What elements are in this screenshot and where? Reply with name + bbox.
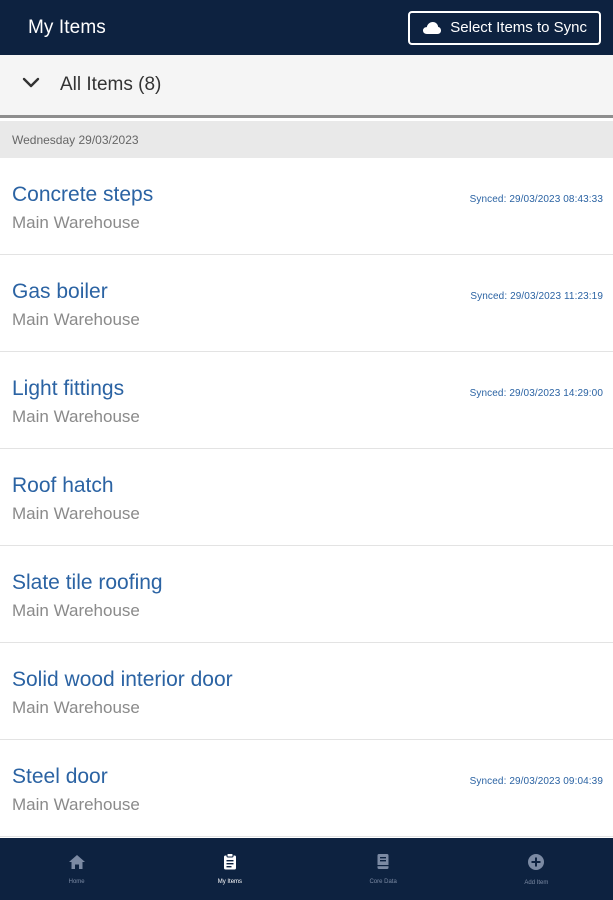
home-icon	[68, 854, 86, 875]
select-items-to-sync-button[interactable]: Select Items to Sync	[408, 10, 601, 45]
list-item[interactable]: Roof hatch Main Warehouse	[0, 449, 613, 546]
list-item[interactable]: Light fittings Main Warehouse Synced: 29…	[0, 352, 613, 449]
item-name: Light fittings	[12, 377, 125, 400]
clipboard-icon	[223, 853, 237, 875]
items-list: Concrete steps Main Warehouse Synced: 29…	[0, 158, 613, 837]
item-name: Gas boiler	[12, 280, 108, 303]
nav-core-data[interactable]: Core Data	[307, 838, 460, 900]
nav-home[interactable]: Home	[0, 838, 153, 900]
item-synced-timestamp: Synced: 29/03/2023 14:29:00	[469, 388, 603, 399]
item-name: Solid wood interior door	[12, 668, 233, 691]
item-location: Main Warehouse	[12, 213, 140, 232]
list-item[interactable]: Concrete steps Main Warehouse Synced: 29…	[0, 158, 613, 255]
list-item[interactable]: Solid wood interior door Main Warehouse	[0, 643, 613, 740]
item-name: Roof hatch	[12, 474, 114, 497]
item-location: Main Warehouse	[12, 698, 140, 717]
chevron-down-icon	[22, 76, 40, 94]
date-section-header: Wednesday 29/03/2023	[0, 121, 613, 158]
sync-button-label: Select Items to Sync	[450, 19, 587, 36]
nav-add-item[interactable]: Add Item	[460, 838, 613, 900]
item-location: Main Warehouse	[12, 601, 140, 620]
item-location: Main Warehouse	[12, 310, 140, 329]
nav-home-label: Home	[68, 878, 85, 885]
list-item[interactable]: Gas boiler Main Warehouse Synced: 29/03/…	[0, 255, 613, 352]
item-synced-timestamp: Synced: 29/03/2023 08:43:33	[469, 194, 603, 205]
item-location: Main Warehouse	[12, 407, 140, 426]
list-item[interactable]: Slate tile roofing Main Warehouse	[0, 546, 613, 643]
item-synced-timestamp: Synced: 29/03/2023 11:23:19	[470, 291, 603, 302]
item-name: Slate tile roofing	[12, 571, 163, 594]
bottom-navigation: Home My Items Core Data Add Item	[0, 838, 613, 900]
item-location: Main Warehouse	[12, 795, 140, 814]
cloud-icon	[422, 21, 442, 35]
item-name: Concrete steps	[12, 183, 154, 206]
app-header: My Items Select Items to Sync	[0, 0, 613, 55]
nav-core-data-label: Core Data	[369, 879, 397, 885]
item-name: Steel door	[12, 765, 108, 788]
group-label: All Items (8)	[60, 74, 162, 95]
page-title: My Items	[28, 16, 106, 38]
nav-my-items-label: My Items	[217, 879, 243, 885]
all-items-group-toggle[interactable]: All Items (8)	[0, 55, 613, 118]
plus-circle-icon	[527, 853, 545, 876]
item-location: Main Warehouse	[12, 504, 140, 523]
list-item[interactable]: Steel door Main Warehouse Synced: 29/03/…	[0, 740, 613, 837]
item-synced-timestamp: Synced: 29/03/2023 09:04:39	[469, 776, 603, 787]
nav-add-item-label: Add Item	[524, 879, 549, 886]
book-icon	[376, 853, 390, 875]
nav-my-items[interactable]: My Items	[153, 838, 306, 900]
